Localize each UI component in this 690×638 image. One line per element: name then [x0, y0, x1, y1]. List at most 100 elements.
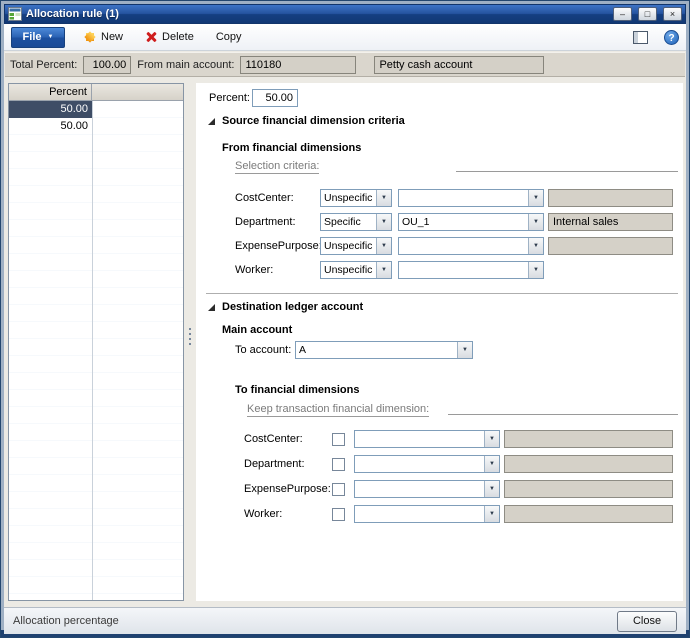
total-percent-field: 100.00: [83, 56, 131, 74]
percent-input[interactable]: 50.00: [252, 89, 298, 107]
file-menu-button[interactable]: File ▼: [11, 27, 65, 48]
grid-header-row: Percent: [9, 84, 183, 101]
combo-value: [399, 190, 528, 206]
department-mode-select[interactable]: Specific ▼: [320, 213, 392, 231]
from-main-account-label: From main account:: [137, 59, 234, 71]
percent-cell[interactable]: 50.00: [9, 101, 92, 118]
from-main-account-field: 110180: [240, 56, 356, 74]
allocation-rule-window: Allocation rule (1) – □ × File ▼ New Del…: [0, 0, 690, 638]
combo-value: [355, 456, 484, 472]
status-bar: Allocation percentage Close: [4, 607, 686, 634]
chevron-down-icon[interactable]: ▼: [484, 506, 499, 522]
source-dimension-row: ExpensePurpose: Unspecific ▼ ▼: [196, 237, 683, 256]
expensepurpose-to-value-select[interactable]: ▼: [354, 480, 500, 498]
destination-section-header[interactable]: Destination ledger account: [208, 301, 363, 313]
combo-value: Unspecific: [321, 190, 376, 206]
section-divider: [206, 293, 678, 294]
source-dimension-row: Department: Specific ▼ OU_1 ▼ Internal s…: [196, 213, 683, 232]
expensepurpose-value-select[interactable]: ▼: [398, 237, 544, 255]
table-row[interactable]: 50.00: [9, 101, 183, 118]
empty-column-header: [92, 84, 183, 100]
chevron-down-icon[interactable]: ▼: [484, 481, 499, 497]
expensepurpose-display-field: [548, 237, 673, 255]
percent-cell[interactable]: 50.00: [9, 118, 92, 135]
header-strip: Total Percent: 100.00 From main account:…: [5, 52, 685, 77]
grid-panel-splitter[interactable]: [187, 83, 194, 601]
dimension-label: Department:: [235, 213, 296, 231]
client-area: File ▼ New Delete Copy ? Total Percent: …: [4, 24, 686, 634]
help-icon[interactable]: ?: [664, 30, 679, 45]
table-row[interactable]: 50.00: [9, 118, 183, 135]
department-value-select[interactable]: OU_1 ▼: [398, 213, 544, 231]
percent-label: Percent:: [209, 89, 250, 107]
chevron-down-icon[interactable]: ▼: [484, 456, 499, 472]
splitter-grip-icon: [189, 328, 191, 330]
chevron-down-icon[interactable]: ▼: [457, 342, 472, 358]
costcenter-checkbox[interactable]: [332, 433, 345, 446]
app-icon: [8, 7, 22, 21]
destination-dimension-row: Department: ▼: [196, 455, 683, 474]
costcenter-value-select[interactable]: ▼: [398, 189, 544, 207]
expensepurpose-checkbox[interactable]: [332, 483, 345, 496]
delete-button-label: Delete: [162, 31, 194, 43]
copy-button[interactable]: Copy: [213, 29, 245, 45]
title-bar: Allocation rule (1) – □ ×: [4, 4, 686, 24]
file-menu-label: File: [23, 31, 42, 43]
costcenter-to-value-select[interactable]: ▼: [354, 430, 500, 448]
to-dimensions-label: To financial dimensions: [235, 381, 359, 399]
window-layout-icon[interactable]: [633, 31, 648, 44]
grid-column-divider: [92, 101, 93, 600]
source-section-header[interactable]: Source financial dimension criteria: [208, 115, 405, 127]
destination-dimension-row: ExpensePurpose: ▼: [196, 480, 683, 499]
delete-button[interactable]: Delete: [142, 29, 197, 45]
source-dimension-row: Worker: Unspecific ▼ ▼: [196, 261, 683, 280]
worker-to-value-select[interactable]: ▼: [354, 505, 500, 523]
chevron-down-icon[interactable]: ▼: [376, 214, 391, 230]
chevron-down-icon[interactable]: ▼: [376, 190, 391, 206]
window-title: Allocation rule (1): [26, 8, 607, 20]
selection-criteria-label: Selection criteria:: [235, 160, 319, 174]
costcenter-display-field: [548, 189, 673, 207]
dimension-label: Worker:: [235, 261, 273, 279]
collapse-icon: [208, 118, 215, 125]
close-window-button[interactable]: ×: [663, 7, 682, 21]
costcenter-mode-select[interactable]: Unspecific ▼: [320, 189, 392, 207]
chevron-down-icon[interactable]: ▼: [484, 431, 499, 447]
costcenter-to-display-field: [504, 430, 673, 448]
from-dimensions-label: From financial dimensions: [222, 139, 361, 157]
to-account-label: To account:: [235, 341, 291, 359]
combo-value: Unspecific: [321, 262, 376, 278]
maximize-button[interactable]: □: [638, 7, 657, 21]
status-text: Allocation percentage: [13, 615, 119, 627]
close-button[interactable]: Close: [617, 611, 677, 632]
chevron-down-icon[interactable]: ▼: [528, 262, 543, 278]
expensepurpose-to-display-field: [504, 480, 673, 498]
worker-value-select[interactable]: ▼: [398, 261, 544, 279]
department-to-display-field: [504, 455, 673, 473]
chevron-down-icon[interactable]: ▼: [528, 238, 543, 254]
expensepurpose-mode-select[interactable]: Unspecific ▼: [320, 237, 392, 255]
department-display-field: Internal sales: [548, 213, 673, 231]
collapse-icon: [208, 304, 215, 311]
percent-column-header[interactable]: Percent: [9, 84, 92, 100]
minimize-button[interactable]: –: [613, 7, 632, 21]
new-star-icon: [84, 31, 96, 43]
to-account-select[interactable]: A ▼: [295, 341, 473, 359]
chevron-down-icon[interactable]: ▼: [376, 238, 391, 254]
chevron-down-icon[interactable]: ▼: [528, 214, 543, 230]
department-checkbox[interactable]: [332, 458, 345, 471]
total-percent-label: Total Percent:: [10, 59, 77, 71]
dimension-label: CostCenter:: [235, 189, 294, 207]
worker-checkbox[interactable]: [332, 508, 345, 521]
source-dimension-row: CostCenter: Unspecific ▼ ▼: [196, 189, 683, 208]
worker-mode-select[interactable]: Unspecific ▼: [320, 261, 392, 279]
combo-value: A: [296, 342, 457, 358]
chevron-down-icon[interactable]: ▼: [376, 262, 391, 278]
chevron-down-icon[interactable]: ▼: [528, 190, 543, 206]
combo-value: [355, 431, 484, 447]
department-to-value-select[interactable]: ▼: [354, 455, 500, 473]
selection-criteria-input[interactable]: [456, 171, 678, 172]
new-button[interactable]: New: [81, 29, 126, 45]
keep-transaction-dimension-input[interactable]: [448, 414, 678, 415]
combo-value: Specific: [321, 214, 376, 230]
